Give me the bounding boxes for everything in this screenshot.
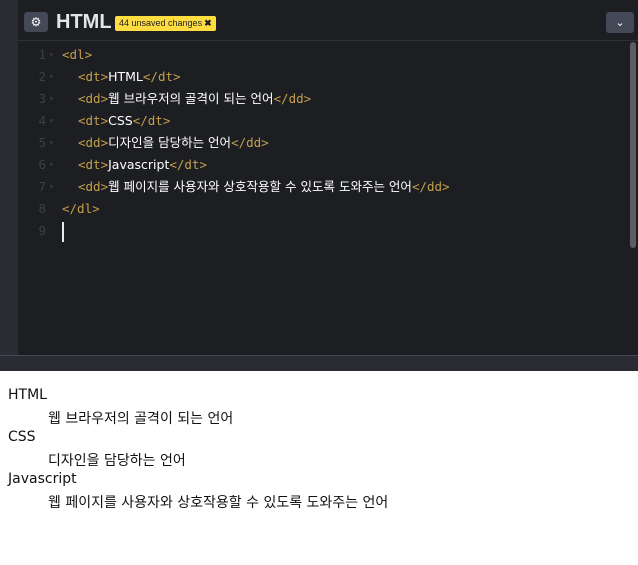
code-tag: </dt>: [132, 113, 171, 128]
editor-left-strip: [0, 0, 18, 356]
definition-description: 디자인을 담당하는 언어: [48, 453, 186, 469]
line-number: 2: [38, 69, 46, 84]
fold-arrow-icon[interactable]: ▾: [49, 88, 54, 110]
fold-arrow-icon[interactable]: ▾: [49, 66, 54, 88]
code-tag: </dd>: [411, 179, 450, 194]
code-tag: <dd>: [78, 135, 109, 150]
editor-title: HTML: [56, 11, 112, 33]
editor-header: ⚙ HTML 44 unsaved changes ✖ ⌄: [18, 6, 638, 41]
result-preview: HTML 웹 브라우저의 골격이 되는 언어 CSS 디자인을 담당하는 언어 Java…: [0, 371, 638, 565]
chevron-down-icon: ⌄: [615, 16, 625, 29]
code-tag: <dt>: [78, 157, 109, 172]
code-text: Javascript: [108, 157, 170, 172]
line-number: 6: [38, 157, 46, 172]
fold-arrow-icon[interactable]: ▾: [49, 154, 54, 176]
code-tag: <dl>: [62, 47, 93, 62]
line-number: 7: [38, 179, 46, 194]
code-source: <dd>웹 브라우저의 골격이 되는 언어</dd>: [78, 88, 311, 110]
code-source: <dd>웹 페이지를 사용자와 상호작용할 수 있도록 도와주는 언어</dd>: [78, 176, 450, 198]
line-number: 5: [38, 135, 46, 150]
definition-term: CSS: [8, 429, 36, 445]
code-tag: </dt>: [169, 157, 207, 172]
settings-button[interactable]: ⚙: [24, 12, 48, 32]
panel-resize-divider[interactable]: [0, 355, 638, 371]
code-tag: </dd>: [273, 91, 312, 106]
fold-arrow-icon[interactable]: ▾: [49, 110, 54, 132]
definition-term: Javascript: [8, 471, 77, 487]
code-text: CSS: [108, 113, 133, 128]
code-source: </dl>: [62, 198, 100, 220]
line-number: 9: [38, 223, 46, 238]
text-cursor: [62, 222, 64, 242]
code-source: <dl>: [62, 44, 92, 66]
code-tag: <dt>: [78, 69, 109, 84]
line-number: 8: [38, 201, 46, 216]
code-area[interactable]: 1 ▾ <dl> 2 ▾ <dt>HTML</dt> 3 ▾ <dd>웹 브라우저의 골격이 되…: [18, 44, 630, 344]
code-tag: <dd>: [78, 179, 109, 194]
line-number: 1: [38, 47, 46, 62]
line-number: 4: [38, 113, 46, 128]
code-source: <dt>Javascript</dt>: [78, 154, 207, 176]
fold-arrow-icon[interactable]: ▾: [49, 132, 54, 154]
collapse-button[interactable]: ⌄: [606, 12, 634, 33]
code-tag: </dl>: [62, 201, 100, 216]
code-text: 웹 페이지를 사용자와 상호작용할 수 있도록 도와주는 언어: [108, 179, 412, 194]
fold-arrow-icon[interactable]: ▾: [49, 176, 54, 198]
editor-scrollbar[interactable]: [630, 42, 636, 248]
code-tag: <dt>: [78, 113, 109, 128]
code-tag: </dd>: [231, 135, 269, 150]
definition-term: HTML: [8, 387, 47, 403]
code-text: 디자인을 담당하는 언어: [108, 135, 232, 150]
close-icon[interactable]: ✖: [204, 18, 212, 28]
code-source: <dd>디자인을 담당하는 언어</dd>: [78, 132, 269, 154]
code-tag: </dt>: [142, 69, 181, 84]
line-number: 3: [38, 91, 46, 106]
definition-description: 웹 브라우저의 골격이 되는 언어: [48, 411, 234, 427]
fold-arrow-icon[interactable]: ▾: [49, 44, 54, 66]
code-source: <dt>CSS</dt>: [78, 110, 170, 132]
gear-icon: ⚙: [30, 15, 42, 29]
code-text: 웹 브라우저의 골격이 되는 언어: [108, 91, 274, 106]
unsaved-changes-label: 44 unsaved changes: [119, 18, 203, 28]
code-text: HTML: [108, 69, 143, 84]
html-editor-panel: ⚙ HTML 44 unsaved changes ✖ ⌄ 1 ▾ <dl> 2 ▾ <dt…: [0, 0, 638, 356]
code-tag: <dd>: [78, 91, 109, 106]
definition-description: 웹 페이지를 사용자와 상호작용할 수 있도록 도와주는 언어: [48, 495, 389, 511]
unsaved-changes-badge[interactable]: 44 unsaved changes ✖: [115, 16, 216, 31]
code-source: <dt>HTML</dt>: [78, 66, 181, 88]
